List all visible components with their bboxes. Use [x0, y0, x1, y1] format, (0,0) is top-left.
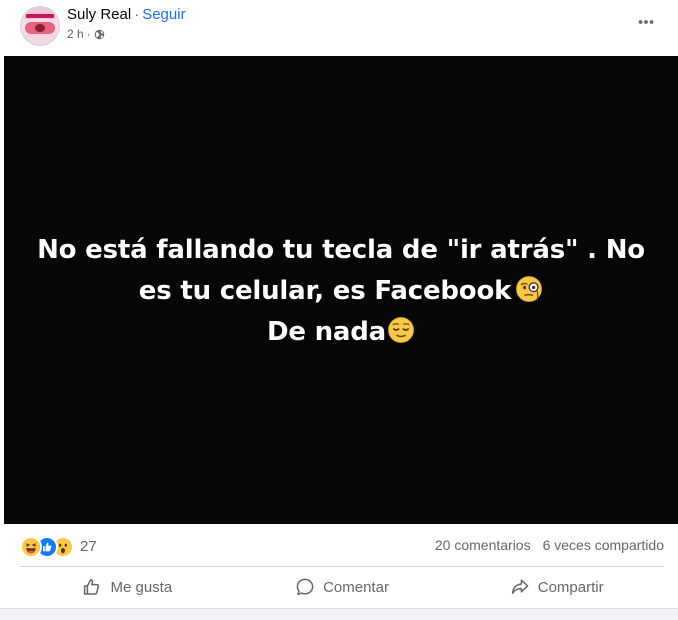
- post-header: Suly Real · Seguir 2 h ·: [0, 0, 678, 56]
- more-options-icon[interactable]: [632, 12, 660, 32]
- share-arrow-icon: [511, 579, 529, 594]
- avatar-footer: [21, 35, 59, 45]
- name-separator: ·: [134, 6, 140, 23]
- share-button-label: Compartir: [537, 578, 604, 596]
- author-line: Suly Real · Seguir: [67, 6, 186, 24]
- post-card: Suly Real · Seguir 2 h · No está falland…: [0, 0, 678, 609]
- post-stats: 27 20 comentarios 6 veces compartido: [20, 534, 664, 558]
- post-meta: 2 h ·: [67, 27, 105, 41]
- image-text-line-2-text: es tu celular, es Facebook: [138, 276, 512, 306]
- image-text-line-3: De nada: [4, 312, 678, 353]
- relieved-face-emoji-icon: [387, 316, 415, 344]
- shares-count-link[interactable]: 6 veces compartido: [543, 537, 664, 553]
- post-time[interactable]: 2 h: [67, 27, 84, 41]
- post-image-text: No está fallando tu tecla de "ir atrás" …: [4, 230, 678, 353]
- comment-button[interactable]: Comentar: [235, 570, 450, 604]
- engagement-counts: 20 comentarios 6 veces compartido: [435, 537, 664, 553]
- thumbs-up-icon: [84, 579, 100, 595]
- post-image[interactable]: No está fallando tu tecla de "ir atrás" …: [4, 56, 678, 524]
- follow-button[interactable]: Seguir: [142, 6, 185, 23]
- meta-separator: ·: [86, 27, 91, 41]
- avatar[interactable]: [20, 6, 60, 46]
- haha-reaction-icon: [20, 536, 42, 558]
- like-button-label: Me gusta: [110, 578, 173, 596]
- avatar-graphic-center: [35, 24, 45, 32]
- post-actions: Me gusta Comentar Compartir: [20, 570, 664, 604]
- image-text-line-1: No está fallando tu tecla de "ir atrás" …: [37, 235, 645, 265]
- reactions-summary[interactable]: 27: [20, 536, 97, 558]
- image-text-line-3-text: De nada: [266, 317, 387, 347]
- share-button[interactable]: Compartir: [449, 570, 664, 604]
- comment-button-label: Comentar: [323, 578, 389, 596]
- like-button[interactable]: Me gusta: [20, 570, 235, 604]
- comments-count-link[interactable]: 20 comentarios: [435, 537, 531, 553]
- globe-icon[interactable]: [94, 29, 105, 40]
- author-name[interactable]: Suly Real: [67, 6, 131, 23]
- reaction-count: 27: [80, 538, 97, 555]
- face-with-monocle-emoji-icon: [515, 275, 543, 303]
- image-text-line-2: es tu celular, es Facebook: [4, 271, 678, 312]
- avatar-logo-text: [26, 14, 54, 18]
- actions-divider: [20, 566, 664, 567]
- comment-bubble-icon: [296, 578, 314, 596]
